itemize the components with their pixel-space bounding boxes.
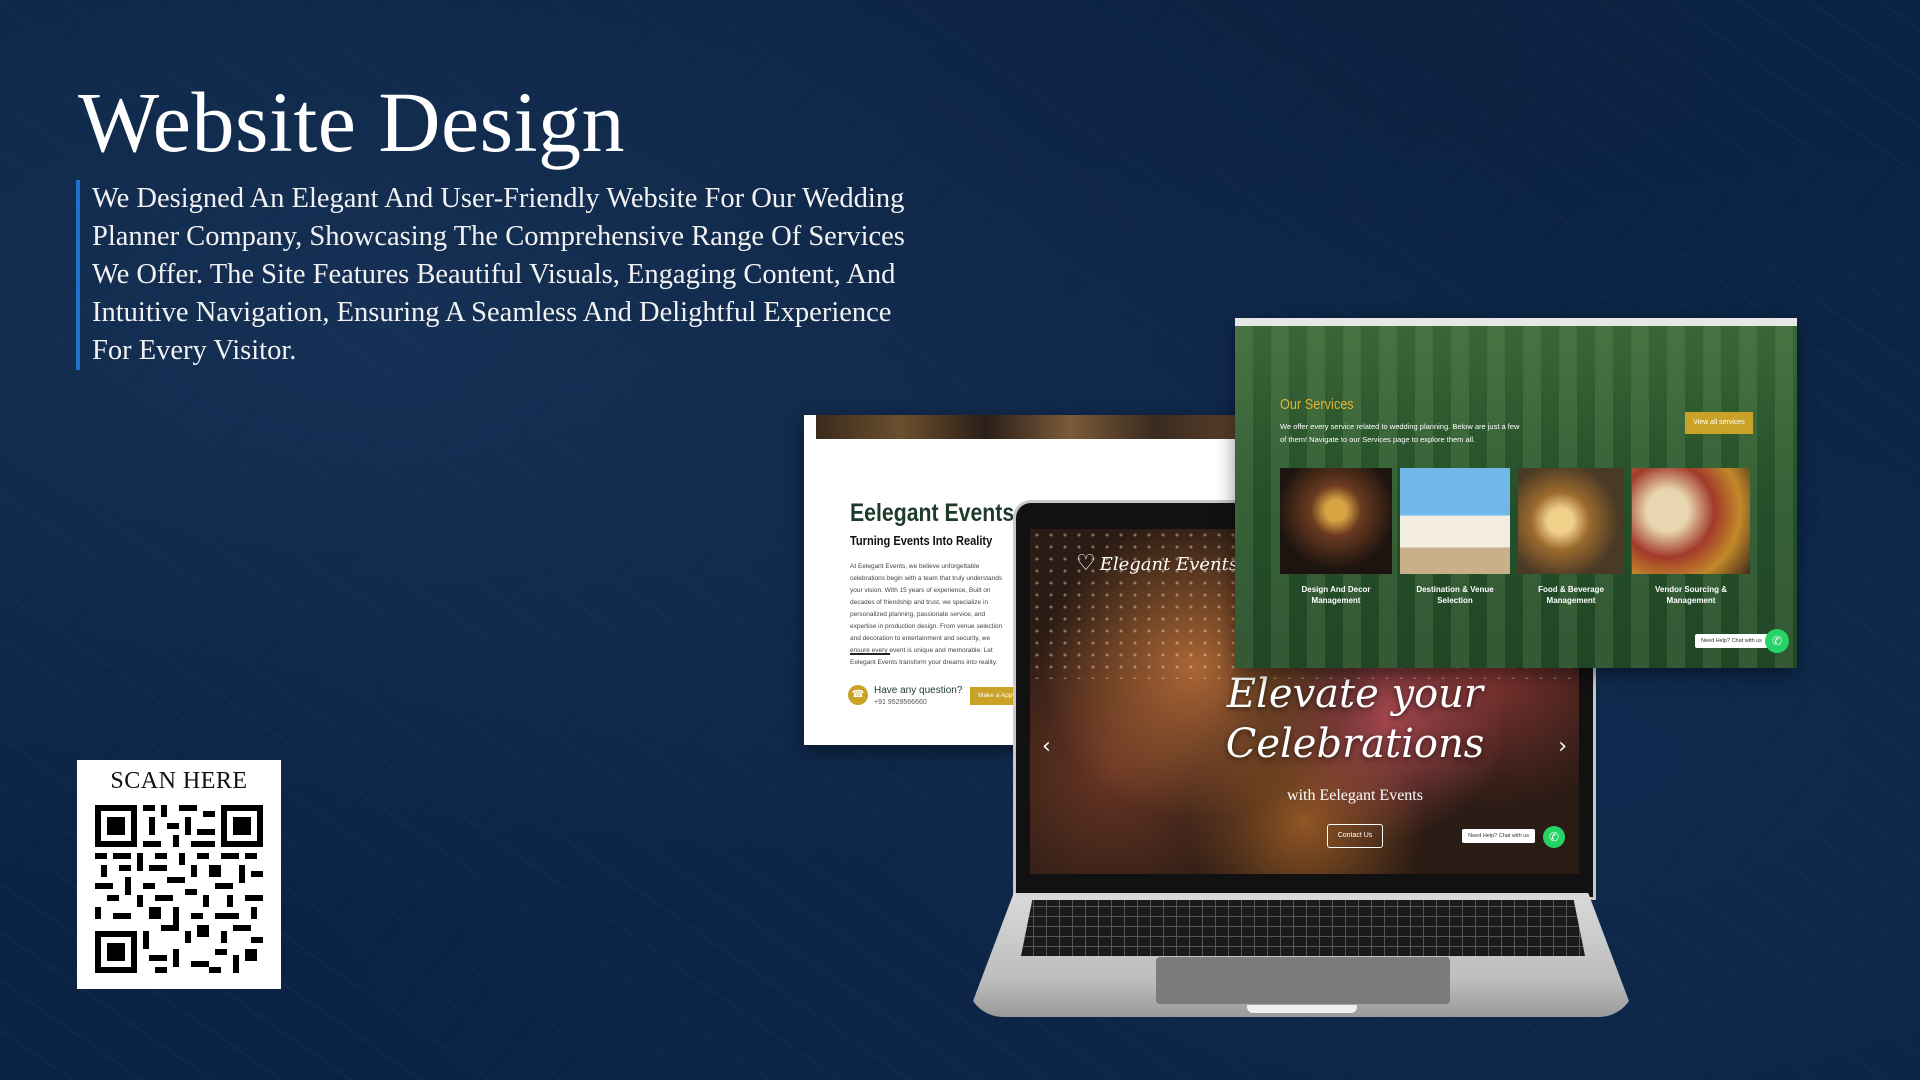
whatsapp-icon[interactable]: ✆ (1543, 826, 1565, 848)
about-title: Eelegant Events (850, 499, 1015, 527)
chat-help-label[interactable]: Need Help? Chat with us (1695, 634, 1768, 648)
services-title: Our Services (1280, 396, 1354, 413)
service-image-decor[interactable] (1280, 468, 1392, 574)
about-banner-strip (816, 415, 1240, 439)
qr-card[interactable]: SCAN HERE (77, 760, 281, 989)
hero-subtitle: with Eelegant Events (1287, 787, 1423, 804)
hero-title: Elevate your Celebrations (1225, 671, 1485, 767)
service-name[interactable]: Food & Beverage Management (1518, 584, 1624, 606)
chat-help-label[interactable]: Need Help? Chat with us (1462, 829, 1535, 843)
service-image-vendor[interactable] (1632, 468, 1750, 574)
page-title: Website Design (78, 74, 626, 170)
chevron-left-icon[interactable]: ‹ (1042, 734, 1051, 759)
phone-icon: ☎ (848, 685, 868, 705)
laptop-notch (1247, 1005, 1357, 1013)
about-divider (850, 653, 890, 655)
service-name[interactable]: Design And Decor Management (1280, 584, 1392, 606)
qr-label: SCAN HERE (110, 768, 248, 794)
view-all-services-button[interactable]: View all services (1685, 412, 1753, 434)
service-name[interactable]: Vendor Sourcing & Management (1632, 584, 1750, 606)
service-image-food[interactable] (1518, 468, 1624, 574)
whatsapp-icon[interactable]: ✆ (1765, 629, 1789, 653)
about-subtitle: Turning Events Into Reality (850, 533, 993, 548)
laptop-keyboard (1021, 900, 1585, 956)
description-text: We Designed An Elegant And User-Friendly… (76, 180, 936, 370)
brand-logo: ♡ Elegant Events (1076, 551, 1239, 576)
laptop-trackpad (1156, 957, 1450, 1004)
contact-us-button[interactable]: Contact Us (1327, 824, 1383, 848)
service-image-venue[interactable] (1400, 468, 1510, 574)
phone-number: +91 9529566660 (874, 699, 927, 706)
qr-code-image (95, 805, 263, 973)
heart-logo-icon: ♡ (1076, 551, 1096, 576)
chevron-right-icon[interactable]: › (1558, 734, 1567, 759)
question-label: Have any question? (874, 685, 963, 696)
services-intro-text: We offer every service related to weddin… (1280, 422, 1520, 444)
service-name[interactable]: Destination & Venue Selection (1400, 584, 1510, 606)
services-page-mockup: Our Services We offer every service rela… (1235, 318, 1797, 668)
